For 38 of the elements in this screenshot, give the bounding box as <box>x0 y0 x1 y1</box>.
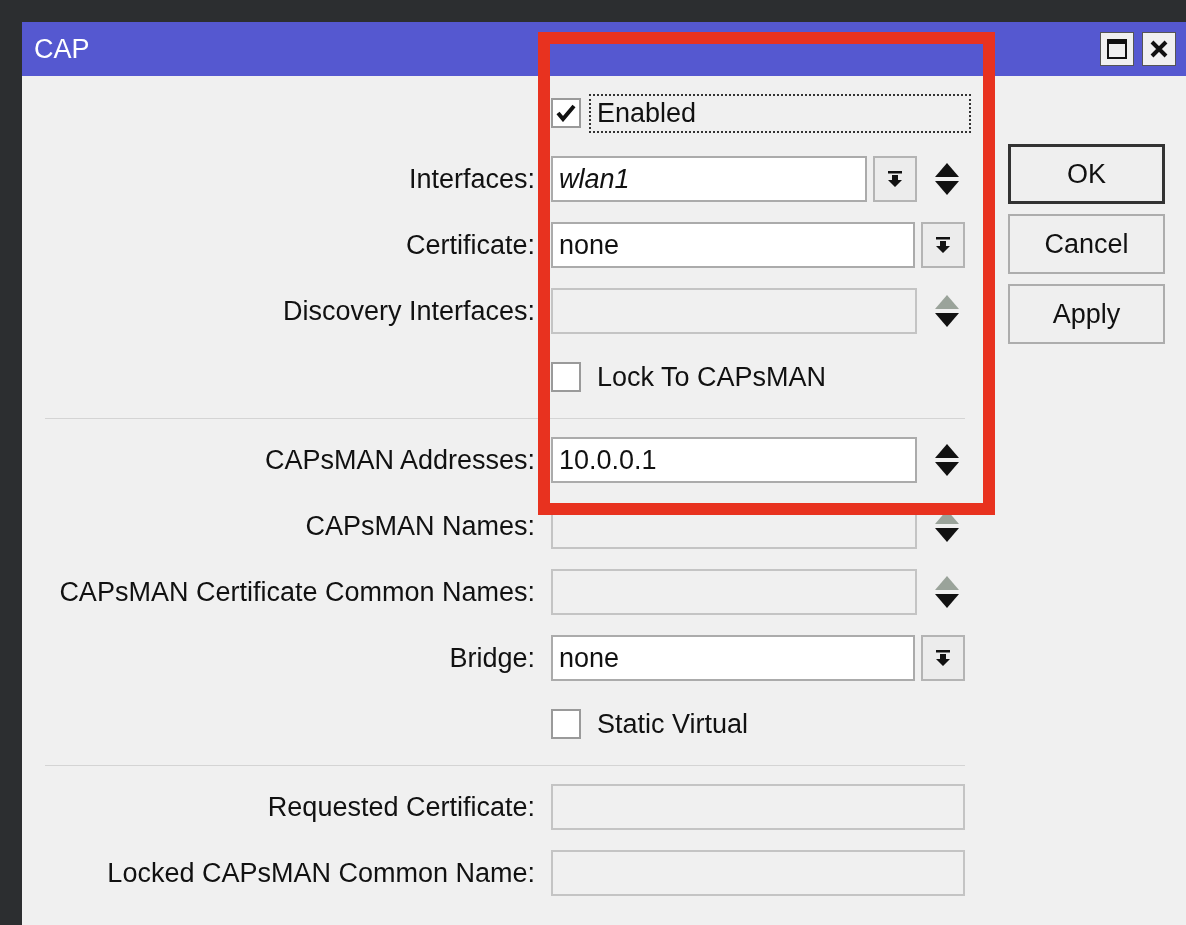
spinner-icon <box>934 162 960 196</box>
checkbox[interactable] <box>551 709 581 739</box>
checkbox[interactable] <box>551 362 581 392</box>
dropdown-icon <box>935 236 951 254</box>
field-label: CAPsMAN Certificate Common Names: <box>59 576 535 608</box>
checkbox-label[interactable]: Lock To CAPsMAN <box>591 359 833 395</box>
input-field[interactable]: none <box>551 222 915 268</box>
dropdown-button[interactable] <box>873 156 917 202</box>
close-button[interactable] <box>1142 32 1176 66</box>
dropdown-icon <box>935 649 951 667</box>
field-label: Discovery Interfaces: <box>282 295 535 327</box>
field-label: CAPsMAN Names: <box>305 510 535 542</box>
checkbox-label[interactable]: Enabled <box>591 95 969 131</box>
input-field[interactable]: none <box>551 635 915 681</box>
dialog-button[interactable]: OK <box>1008 144 1165 204</box>
field-label: CAPsMAN Addresses: <box>264 444 535 476</box>
maximize-icon <box>1106 38 1128 60</box>
close-icon <box>1149 39 1169 59</box>
spinner-icon <box>934 443 960 477</box>
dialog-button[interactable]: Apply <box>1008 284 1165 344</box>
dropdown-button[interactable] <box>921 222 965 268</box>
maximize-button[interactable] <box>1100 32 1134 66</box>
checkmark-icon <box>556 104 576 122</box>
checkbox[interactable] <box>551 98 581 128</box>
dialog-button[interactable]: Cancel <box>1008 214 1165 274</box>
dropdown-button[interactable] <box>921 635 965 681</box>
window-title: CAP <box>34 33 90 65</box>
checkbox-label[interactable]: Static Virtual <box>591 706 755 742</box>
field-label: Interfaces: <box>408 163 535 195</box>
spinner-icon <box>934 294 960 328</box>
field-label: Requested Certificate: <box>267 791 535 823</box>
input-field[interactable]: 10.0.0.1 <box>551 437 917 483</box>
field-label: Certificate: <box>405 229 535 261</box>
field-label: Locked CAPsMAN Common Name: <box>107 857 535 889</box>
input-field[interactable]: wlan1 <box>551 156 867 202</box>
dropdown-icon <box>887 170 903 188</box>
spinner-icon <box>934 575 960 609</box>
field-label: Bridge: <box>449 642 535 674</box>
